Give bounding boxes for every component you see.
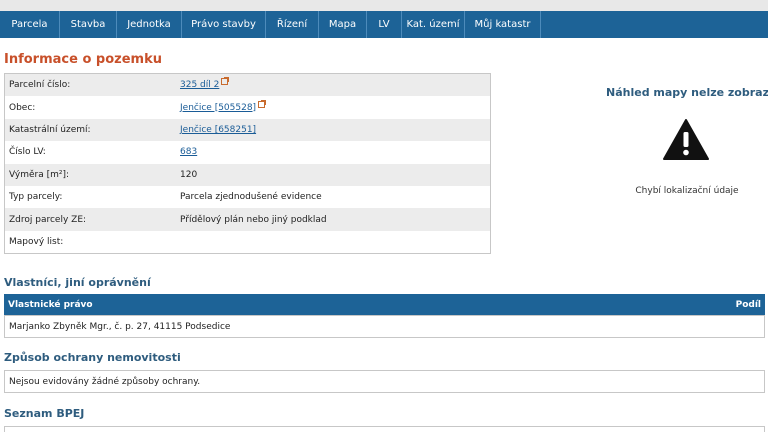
map-note: Chybí lokalizační údaje bbox=[635, 186, 739, 196]
info-row-zdroj-parcely: Zdroj parcely ZE: Přídělový plán nebo ji… bbox=[5, 208, 490, 231]
info-row-katastralni-uzemi: Katastrální území: Jenčice [658251] bbox=[5, 118, 490, 142]
external-link-icon[interactable] bbox=[258, 99, 267, 108]
owners-col-right: Vlastnické právo bbox=[8, 299, 93, 310]
info-label: Mapový list: bbox=[9, 236, 64, 247]
owners-table-header: Vlastnické právo Podíl bbox=[4, 294, 765, 315]
info-row-vymera: Výměra [m²]: 120 bbox=[5, 163, 490, 186]
info-label: Číslo LV: bbox=[9, 147, 46, 158]
protection-box: Nejsou evidovány žádné způsoby ochrany. bbox=[4, 370, 765, 393]
info-value: 325 díl 2 bbox=[180, 77, 490, 90]
info-value: Přídělový plán nebo jiný podklad bbox=[180, 214, 327, 225]
nav-pravo-stavby[interactable]: Právo stavby bbox=[182, 11, 266, 38]
info-label: Zdroj parcely ZE: bbox=[9, 214, 87, 225]
nav-stavba[interactable]: Stavba bbox=[60, 11, 117, 38]
main-nav: Parcela Stavba Jednotka Právo stavby Říz… bbox=[0, 11, 768, 38]
owners-col-share: Podíl bbox=[735, 299, 761, 310]
info-title: Informace o pozemku bbox=[4, 52, 162, 67]
owners-title: Vlastníci, jiní oprávnění bbox=[4, 276, 151, 289]
lv-number-link[interactable]: 683 bbox=[180, 147, 197, 157]
nav-kat-uzemi[interactable]: Kat. území bbox=[402, 11, 465, 38]
info-row-mapovy-list: Mapový list: bbox=[5, 230, 490, 254]
nav-lv[interactable]: LV bbox=[367, 11, 402, 38]
info-row-lv: Číslo LV: 683 bbox=[5, 141, 490, 164]
nav-muj-katastr[interactable]: Můj katastr bbox=[465, 11, 541, 38]
info-value: 120 bbox=[180, 169, 198, 180]
bpej-title: Seznam BPEJ bbox=[4, 407, 85, 420]
nav-parcela[interactable]: Parcela bbox=[0, 11, 60, 38]
bpej-box bbox=[4, 426, 765, 432]
info-row-obec: Obec: Jenčice [505528] bbox=[5, 96, 490, 119]
nav-jednotka[interactable]: Jednotka bbox=[117, 11, 182, 38]
info-label: Parcelní číslo: bbox=[9, 80, 71, 91]
info-value: Jenčice [505528] bbox=[180, 99, 490, 113]
map-preview-title: Náhled mapy nelze zobrazit bbox=[606, 86, 768, 99]
info-value: Parcela zjednodušené evidence bbox=[180, 192, 322, 203]
info-label: Katastrální území: bbox=[9, 124, 91, 135]
nav-mapa[interactable]: Mapa bbox=[319, 11, 367, 38]
info-label: Obec: bbox=[9, 102, 36, 113]
parcel-info-table: Parcelní číslo: 325 díl 2 Obec: Jenčice … bbox=[4, 73, 491, 255]
owner-row: Marjanko Zbyněk Mgr., č. p. 27, 41115 Po… bbox=[4, 315, 765, 338]
katastralni-uzemi-link[interactable]: Jenčice [658251] bbox=[180, 125, 256, 135]
warning-triangle-icon bbox=[663, 119, 709, 160]
nav-rizeni[interactable]: Řízení bbox=[266, 11, 319, 38]
parcel-number-link[interactable]: 325 díl 2 bbox=[180, 80, 219, 90]
protection-title: Způsob ochrany nemovitosti bbox=[4, 351, 181, 364]
browser-top-strip bbox=[0, 0, 768, 11]
info-label: Výměra [m²]: bbox=[9, 169, 70, 180]
obec-link[interactable]: Jenčice [505528] bbox=[180, 103, 256, 113]
external-link-icon[interactable] bbox=[221, 77, 230, 86]
info-row-typ-parcely: Typ parcely: Parcela zjednodušené eviden… bbox=[5, 185, 490, 209]
info-label: Typ parcely: bbox=[9, 192, 63, 203]
info-value: 683 bbox=[180, 147, 490, 157]
info-row-parcel-number: Parcelní číslo: 325 díl 2 bbox=[5, 74, 490, 97]
info-value: Jenčice [658251] bbox=[180, 125, 490, 135]
